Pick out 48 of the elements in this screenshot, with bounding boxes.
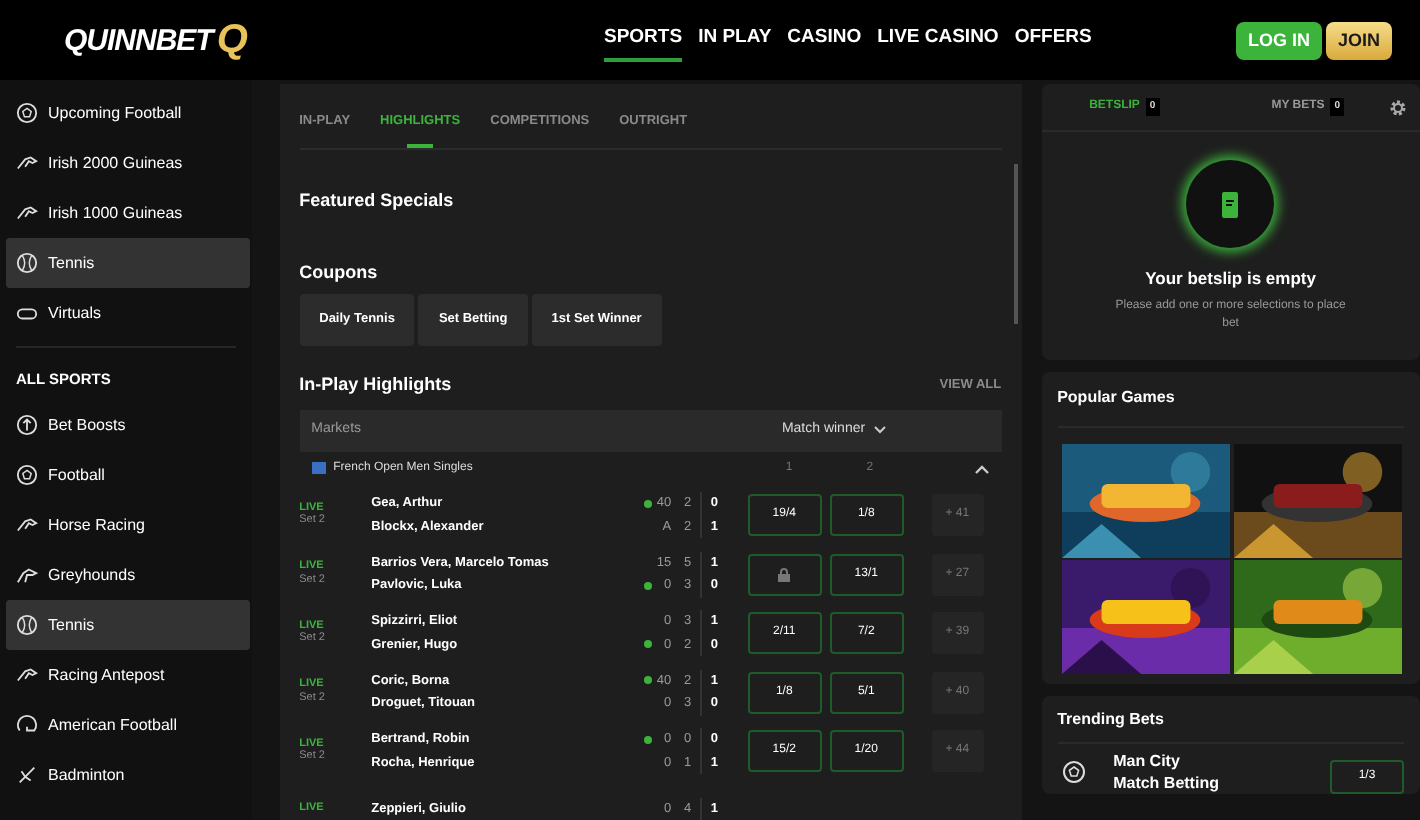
sidebar-item[interactable]: Virtuals — [6, 288, 250, 338]
sidebar-item[interactable]: Irish 1000 Guineas — [6, 188, 250, 238]
tennis-icon — [16, 252, 38, 274]
logo[interactable]: QUINNBET — [64, 25, 213, 55]
nav-link[interactable]: OFFERS — [1014, 17, 1092, 63]
horse-icon — [16, 664, 38, 687]
scrollbar[interactable] — [1013, 164, 1018, 324]
join-button[interactable]: JOIN — [1325, 21, 1392, 59]
logo-mark: Q — [216, 20, 248, 60]
betslip-icon — [1186, 160, 1275, 248]
sidebar-item[interactable]: Tennis — [6, 238, 250, 288]
football-icon — [16, 464, 38, 487]
empty-title: Your betslip is empty — [1145, 266, 1316, 292]
section-title: In-Play Highlights — [299, 374, 452, 396]
sidebar-item[interactable]: Greyhounds — [6, 550, 250, 601]
sidebar-item[interactable]: Tennis — [6, 600, 250, 651]
nav-link[interactable]: LIVE CASINO — [877, 17, 999, 63]
section-title: Featured Specials — [299, 189, 456, 212]
sidebar-item[interactable]: Bet Boosts — [6, 400, 250, 451]
sidebar-item[interactable]: Football — [6, 450, 250, 501]
sidebar-item[interactable]: Racing Antepost — [6, 650, 250, 701]
sidebar-item[interactable]: Upcoming Football — [6, 88, 250, 138]
sidebar-item[interactable]: Horse Racing — [6, 500, 250, 551]
settings-icon[interactable] — [1388, 97, 1409, 117]
chevron-down-icon[interactable] — [873, 426, 886, 435]
section-title: Popular Games — [1057, 386, 1405, 428]
nav-link[interactable]: IN PLAY — [698, 17, 772, 63]
nav-link[interactable]: SPORTS — [604, 17, 683, 63]
tennis-icon — [16, 614, 38, 637]
sidebar-item[interactable]: American Football — [6, 700, 250, 751]
team-name: Man City — [1113, 750, 1182, 773]
horse-icon — [16, 202, 38, 224]
section-title: Coupons — [299, 261, 380, 283]
market-name: Match Betting — [1113, 772, 1219, 795]
sidebar-item[interactable]: Irish 2000 Guineas — [6, 138, 250, 188]
lock-icon — [778, 567, 791, 582]
flag-icon — [311, 462, 326, 475]
section-title: Trending Bets — [1057, 708, 1405, 744]
virtual-icon — [16, 302, 38, 324]
horse-icon — [16, 152, 38, 174]
football-icon — [16, 102, 38, 124]
odds-button[interactable] — [747, 553, 822, 596]
sidebar-item[interactable]: Badminton — [6, 750, 250, 801]
collapse-icon[interactable] — [973, 463, 990, 474]
nav-link[interactable]: CASINO — [787, 17, 862, 63]
football-icon — [1061, 760, 1086, 785]
horse-icon — [16, 514, 38, 537]
boost-icon — [16, 414, 38, 437]
